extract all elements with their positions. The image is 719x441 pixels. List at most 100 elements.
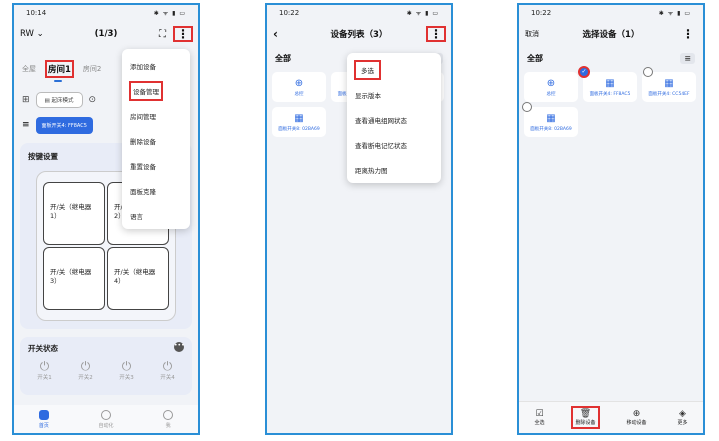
more-dots-icon[interactable]: ••• [174,342,185,352]
status-time: 10:22 [531,9,552,17]
nav-automation[interactable]: 自动化 [98,409,114,429]
checkbox-checked-icon[interactable]: ✓ [578,66,590,78]
section-title: 全部 [275,54,291,63]
master-control-icon: ⊕ [294,77,304,89]
relay-button-3[interactable]: 开/关（继电器3） [43,247,105,310]
page-indicator: (1/3) [94,29,118,39]
power-icon: ⏻ [162,359,173,373]
tab-room1[interactable]: 房间1 [45,60,74,82]
move-icon: ⊕ [632,409,641,419]
nav-home[interactable]: 首页 [38,409,49,429]
device-name: 总控 [294,91,304,97]
power-icon: ⏻ [39,359,50,373]
device-name: 面板开关4: CC54EF [648,91,690,97]
nav-automation-label: 自动化 [98,422,114,429]
switch-1[interactable]: ⏻ 开关1 [37,359,52,382]
panel-switch-icon: ▦ [546,112,556,124]
menu-reset-device[interactable]: 重置设备 [122,153,190,178]
device-name: 面板开关4: FF8AC5 [589,91,631,97]
panel-switch-icon: ▦ [294,112,304,124]
switch-2[interactable]: ⏻ 开关2 [78,359,93,382]
menu-room-management[interactable]: 房间管理 [122,103,190,128]
menu-heatmap[interactable]: 距离热力图 [347,157,441,182]
device-chip[interactable]: 面板开关4: FF8AC5 [35,116,93,134]
power-icon: ⏻ [121,359,132,373]
list-icon[interactable]: ≡ [22,120,30,130]
select-all-label: 全选 [534,420,545,426]
scene-wakeup-button[interactable]: ▤ 起床模式 [35,92,83,108]
menu-multi-select-label: 多选 [354,59,381,80]
device-grid: ⊕ 总控 ▦ 面板开关4: FF8AC5 ▦ 面板开关4: CC54EF ▦ 面板开关8… [519,66,703,139]
page-title: 选择设备（1） [582,30,640,40]
menu-show-version[interactable]: 显示版本 [347,82,441,107]
device-card[interactable]: ⊕ 总控 [272,72,326,102]
tab-room2[interactable]: 房间2 [83,64,101,74]
page-title: 设备列表（3） [330,30,388,40]
nav-me-label: 我 [165,422,171,429]
panel-switch-icon: ▦ [605,77,615,89]
checkbox-empty-icon[interactable] [522,102,532,112]
screen-home: 10:14 ✱ ᯤ ▮ ▭ RW ⌄ (1/3) ⛶ ⋮ 全屋 房间1 房间2 … [12,3,200,435]
switch-2-label: 开关2 [78,375,93,381]
device-card[interactable]: ▦ 面板开关4: FF8AC5 [583,72,637,102]
device-name: 总控 [546,91,556,97]
home-icon [38,409,49,420]
section-title: 全部 [527,54,543,63]
switch-3[interactable]: ⏻ 开关3 [119,359,134,382]
more-button[interactable]: ◈ 更多 [674,407,690,428]
switch-status-card: 开关状态 ••• ⏻ 开关1 ⏻ 开关2 ⏻ 开关3 ⏻ 开关4 [20,337,192,395]
status-bar: 10:22 ✱ ᯤ ▮ ▭ [519,5,703,21]
status-bar: 10:22 ✱ ᯤ ▮ ▭ [267,5,451,21]
section-bar: 全部 ≡ [519,47,703,70]
device-name: 面板开关8: 02BA69 [530,126,572,132]
menu-power-memory[interactable]: 查看断电记忆状态 [347,132,441,157]
switch-status-title: 开关状态 [28,344,58,353]
more-menu: 添加设备 设备管理 房间管理 删除设备 重置设备 面板克隆 语言 [122,49,190,229]
home-header: RW ⌄ (1/3) ⛶ ⋮ [14,21,198,47]
tab-all-rooms[interactable]: 全屋 [22,64,36,74]
delete-devices-label: 删除设备 [575,420,596,426]
relay-button-1[interactable]: 开/关（继电器1） [43,182,105,245]
move-devices-button[interactable]: ⊕ 移动设备 [623,407,649,428]
screen-device-list: 10:22 ✱ ᯤ ▮ ▭ ‹ 设备列表（3） ⋮ 全部 ≡ ⊕总控 ▦面板开关… [265,3,453,435]
switch-4-label: 开关4 [160,375,175,381]
panel-switch-icon: ▦ [664,77,674,89]
menu-device-management[interactable]: 设备管理 [122,78,190,103]
scene-icon[interactable]: ⊙ [89,95,97,105]
status-time: 10:14 [26,9,47,17]
nav-home-label: 首页 [38,422,49,429]
switch-3-label: 开关3 [119,375,134,381]
switch-4[interactable]: ⏻ 开关4 [160,359,175,382]
menu-language[interactable]: 语言 [122,203,190,228]
device-card[interactable]: ⊕ 总控 [524,72,578,102]
menu-network-status[interactable]: 查看通电组网状态 [347,107,441,132]
menu-delete-device[interactable]: 删除设备 [122,128,190,153]
power-icon: ⏻ [80,359,91,373]
status-time: 10:22 [279,9,300,17]
menu-icon[interactable]: ≡ [680,53,695,64]
grid-icon[interactable]: ⊞ [22,95,30,105]
select-all-icon: ☑ [535,409,544,419]
bottom-action-bar: ☑ 全选 🗑 删除设备 ⊕ 移动设备 ◈ 更多 [519,401,703,433]
move-devices-label: 移动设备 [626,420,647,426]
menu-device-management-label: 设备管理 [129,80,163,101]
menu-add-device[interactable]: 添加设备 [122,53,190,78]
delete-devices-button[interactable]: 🗑 删除设备 [571,406,600,429]
select-header: 取消 选择设备（1） ⋮ [519,21,703,47]
device-card[interactable]: ▦ 面板开关8: 02BA69 [272,107,326,137]
screen-select-devices: 10:22 ✱ ᯤ ▮ ▭ 取消 选择设备（1） ⋮ 全部 ≡ ⊕ 总控 ▦ 面板开… [517,3,705,435]
status-bar: 10:14 ✱ ᯤ ▮ ▭ [14,5,198,21]
relay-button-4[interactable]: 开/关（继电器4） [107,247,169,310]
menu-multi-select[interactable]: 多选 [347,57,441,82]
cube-icon [101,409,111,420]
select-all-button[interactable]: ☑ 全选 [531,407,547,428]
device-list-header: ‹ 设备列表（3） ⋮ [267,21,451,47]
device-card[interactable]: ▦ 面板开关8: 02BA69 [524,107,578,137]
master-control-icon: ⊕ [546,77,556,89]
nav-me[interactable]: 我 [163,409,174,429]
bottom-nav: 首页 自动化 我 [14,405,198,433]
switch-1-label: 开关1 [37,375,52,381]
checkbox-empty-icon[interactable] [643,67,653,77]
menu-panel-clone[interactable]: 面板克隆 [122,178,190,203]
more-layers-icon: ◈ [679,409,686,419]
